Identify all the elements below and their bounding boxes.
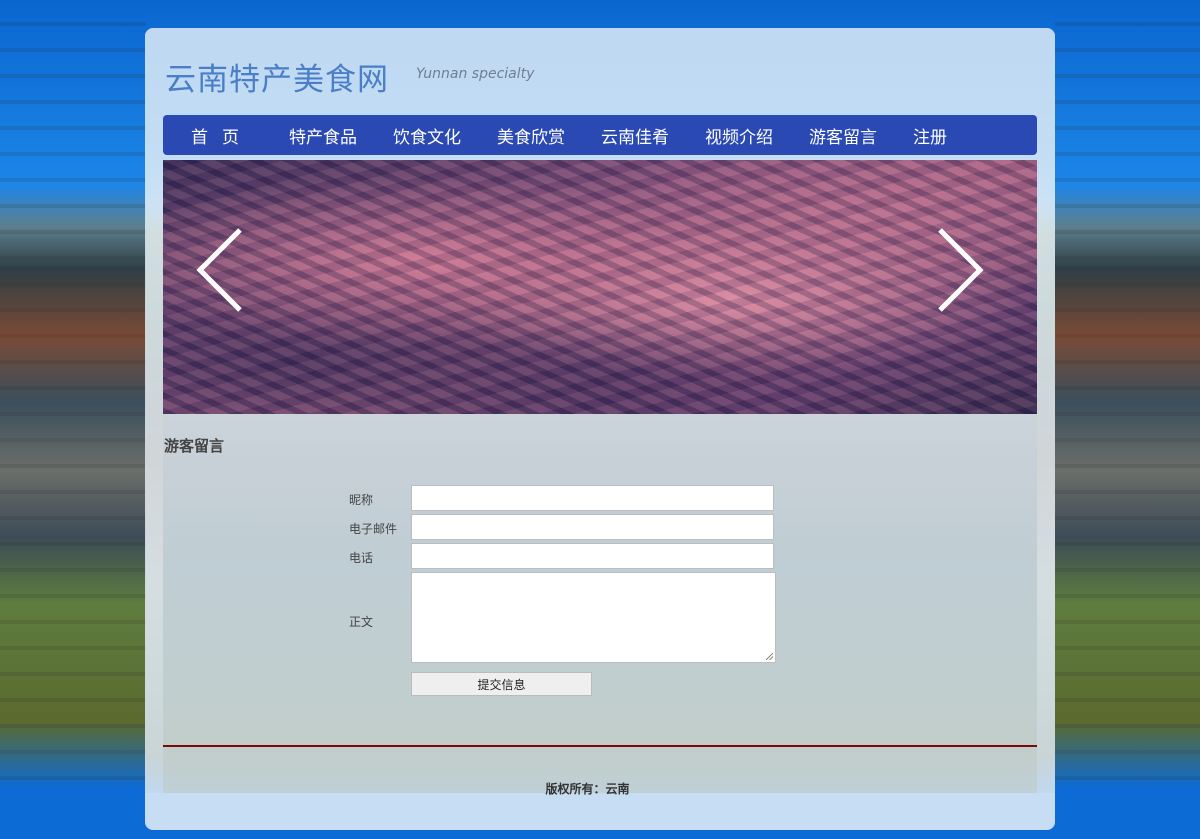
bottom-frame: [145, 793, 1055, 830]
phone-input[interactable]: [411, 543, 774, 569]
email-label: 电子邮件: [349, 522, 398, 536]
submit-button[interactable]: 提交信息: [411, 672, 592, 696]
footer-divider: [163, 745, 1037, 747]
footer: 版权所有：云南: [0, 780, 1200, 797]
nav-item-register[interactable]: 注册: [895, 123, 965, 148]
chevron-left-icon: [196, 228, 242, 312]
background-scenery-right: [1055, 0, 1147, 839]
nickname-input[interactable]: [411, 485, 774, 511]
nav-item-food-culture[interactable]: 饮食文化: [375, 123, 479, 148]
nav-item-specialty-food[interactable]: 特产食品: [271, 123, 375, 148]
phone-label: 电话: [349, 551, 374, 565]
background-scenery-left-2: [54, 0, 146, 839]
banner-carousel: [163, 160, 1037, 414]
nav-item-food-gallery[interactable]: 美食欣赏: [479, 123, 583, 148]
nav-item-home[interactable]: 首页: [163, 123, 271, 148]
copyright-text: 版权所有：云南: [545, 782, 630, 796]
nav-item-yunnan-dishes[interactable]: 云南佳肴: [583, 123, 687, 148]
guestbook-title: 游客留言: [164, 437, 225, 455]
background-scenery-right-2: [1147, 0, 1200, 839]
site-title: 云南特产美食网: [165, 62, 389, 98]
email-input[interactable]: [411, 514, 774, 540]
nav-item-video[interactable]: 视频介绍: [687, 123, 791, 148]
carousel-prev-button[interactable]: [192, 228, 252, 312]
chevron-right-icon: [938, 228, 984, 312]
body-textarea[interactable]: [411, 572, 776, 663]
resize-grip-icon[interactable]: [766, 653, 773, 660]
site-subtitle: Yunnan specialty: [416, 66, 535, 82]
carousel-next-button[interactable]: [928, 228, 988, 312]
nickname-label: 昵称: [349, 493, 374, 507]
main-nav: 首页 特产食品 饮食文化 美食欣赏 云南佳肴 视频介绍 游客留言 注册: [163, 115, 1037, 155]
body-label: 正文: [349, 615, 374, 629]
nav-item-guestbook[interactable]: 游客留言: [791, 123, 895, 148]
